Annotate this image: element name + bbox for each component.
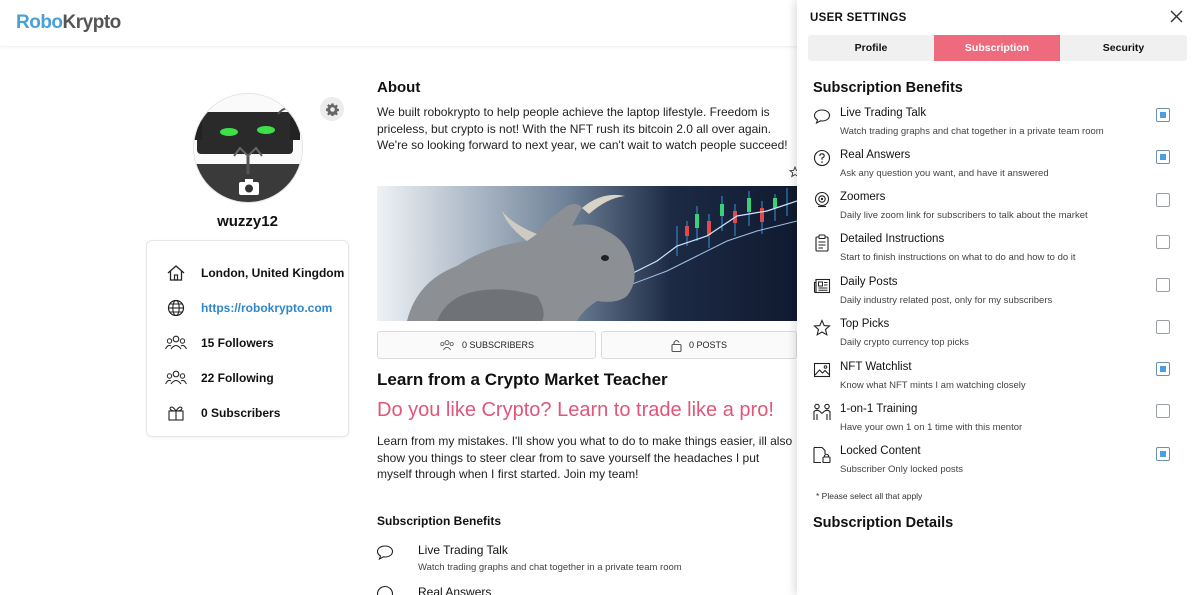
benefit-desc: Subscriber Only locked posts [840, 464, 964, 475]
benefit-checkbox-top-picks[interactable] [1156, 320, 1170, 334]
benefit-title: Top Picks [840, 318, 890, 330]
people-icon [439, 339, 455, 352]
about-text: We built robokrypto to help people achie… [377, 105, 788, 152]
learn-text: Learn from my mistakes. I'll show you wh… [377, 434, 793, 481]
main-benefit-title: Live Trading Talk [418, 543, 508, 557]
location-row: London, United Kingdom [165, 261, 345, 285]
lock-file-icon [812, 445, 832, 465]
location-text: London, United Kingdom [201, 266, 345, 280]
details-heading: Subscription Details [813, 515, 954, 531]
benefit-title: 1-on-1 Training [840, 403, 918, 415]
benefit-title: Locked Content [840, 445, 921, 457]
question-icon [376, 585, 394, 595]
webcam-icon [812, 190, 832, 210]
benefit-title: Zoomers [840, 191, 886, 203]
benefit-desc: Have your own 1 on 1 time with this ment… [840, 422, 1023, 433]
image-icon [812, 360, 832, 380]
lock-icon [671, 339, 682, 352]
question-icon [812, 148, 832, 168]
benefit-title: Daily Posts [840, 276, 898, 288]
benefit-checkbox-detailed-instructions[interactable] [1156, 235, 1170, 249]
subscribers-stat[interactable]: 0 SUBSCRIBERS [377, 331, 596, 359]
newspaper-icon [812, 276, 832, 296]
benefit-checkbox-live-trading-talk[interactable] [1156, 108, 1170, 122]
close-icon [1170, 10, 1183, 23]
benefit-checkbox-1-on-1-training[interactable] [1156, 404, 1170, 418]
subscribers-row[interactable]: 0 Subscribers [165, 401, 345, 425]
chat-bubble-icon [376, 544, 394, 565]
globe-icon [165, 297, 187, 319]
profile-username: wuzzy12 [217, 213, 278, 230]
benefit-checkbox-locked-content[interactable] [1156, 447, 1170, 461]
settings-tabs: Profile Subscription Security [808, 35, 1187, 61]
brand-logo-part1: Robo [16, 12, 63, 33]
close-button[interactable] [1167, 7, 1185, 25]
benefit-desc: Ask any question you want, and have it a… [840, 168, 1049, 179]
benefit-checkbox-nft-watchlist[interactable] [1156, 362, 1170, 376]
following-row[interactable]: 22 Following [165, 366, 345, 390]
main-title: Learn from a Crypto Market Teacher [377, 370, 668, 389]
following-count: 22 Following [201, 371, 274, 385]
subscribers-icon [165, 402, 187, 424]
benefit-title: Real Answers [840, 149, 911, 161]
profile-avatar[interactable] [193, 93, 303, 203]
training-icon [812, 402, 832, 422]
about-heading: About [377, 79, 421, 96]
stats-bar: 0 SUBSCRIBERS 0 POSTS [377, 331, 797, 359]
benefit-checkbox-zoomers[interactable] [1156, 193, 1170, 207]
hero-bull-image [377, 186, 797, 321]
profile-settings-button[interactable] [320, 97, 344, 121]
benefit-desc: Daily industry related post, only for my… [840, 295, 1053, 306]
subscribers-stat-label: 0 SUBSCRIBERS [461, 340, 535, 350]
main-benefit-desc: Watch trading graphs and chat together i… [418, 562, 682, 573]
benefit-desc: Start to finish instructions on what to … [840, 252, 1076, 263]
home-icon [165, 262, 187, 284]
brand-logo[interactable]: RoboKrypto [16, 12, 121, 34]
brand-logo-part2: Krypto [62, 12, 122, 33]
followers-icon [165, 332, 187, 354]
star-icon [812, 318, 832, 338]
tab-subscription[interactable]: Subscription [934, 35, 1060, 61]
benefit-desc: Know what NFT mints I am watching closel… [840, 380, 1026, 391]
benefit-desc: Daily crypto currency top picks [840, 337, 969, 348]
followers-count: 15 Followers [201, 336, 274, 350]
select-all-note: * Please select all that apply [816, 491, 923, 501]
camera-icon[interactable] [238, 178, 260, 196]
benefits-heading: Subscription Benefits [813, 80, 963, 96]
tab-security[interactable]: Security [1060, 35, 1187, 61]
main-benefit-title: Real Answers [418, 585, 492, 595]
posts-stat-label: 0 POSTS [688, 340, 727, 350]
following-icon [165, 367, 187, 389]
user-settings-panel: USER SETTINGS Profile Subscription Secur… [797, 0, 1200, 595]
tagline: Do you like Crypto? Learn to trade like … [377, 399, 774, 421]
benefit-checkbox-daily-posts[interactable] [1156, 278, 1170, 292]
benefit-title: Live Trading Talk [840, 107, 927, 119]
followers-row[interactable]: 15 Followers [165, 331, 345, 355]
subscribers-count: 0 Subscribers [201, 406, 281, 420]
profile-info-card: London, United Kingdom https://robokrypt… [146, 240, 349, 437]
posts-stat[interactable]: 0 POSTS [601, 331, 797, 359]
benefit-title: Detailed Instructions [840, 233, 945, 245]
clipboard-icon [812, 233, 832, 253]
benefit-checkbox-real-answers[interactable] [1156, 150, 1170, 164]
chat-bubble-icon [812, 106, 832, 126]
benefit-title: NFT Watchlist [840, 361, 912, 373]
tab-profile[interactable]: Profile [808, 35, 934, 61]
benefit-desc: Daily live zoom link for subscribers to … [840, 210, 1088, 221]
gear-icon [325, 102, 339, 116]
website-link[interactable]: https://robokrypto.com [201, 301, 332, 315]
panel-title: USER SETTINGS [810, 12, 907, 24]
website-row[interactable]: https://robokrypto.com [165, 296, 345, 320]
benefit-desc: Watch trading graphs and chat together i… [840, 126, 1104, 137]
main-benefits-heading: Subscription Benefits [377, 514, 502, 528]
